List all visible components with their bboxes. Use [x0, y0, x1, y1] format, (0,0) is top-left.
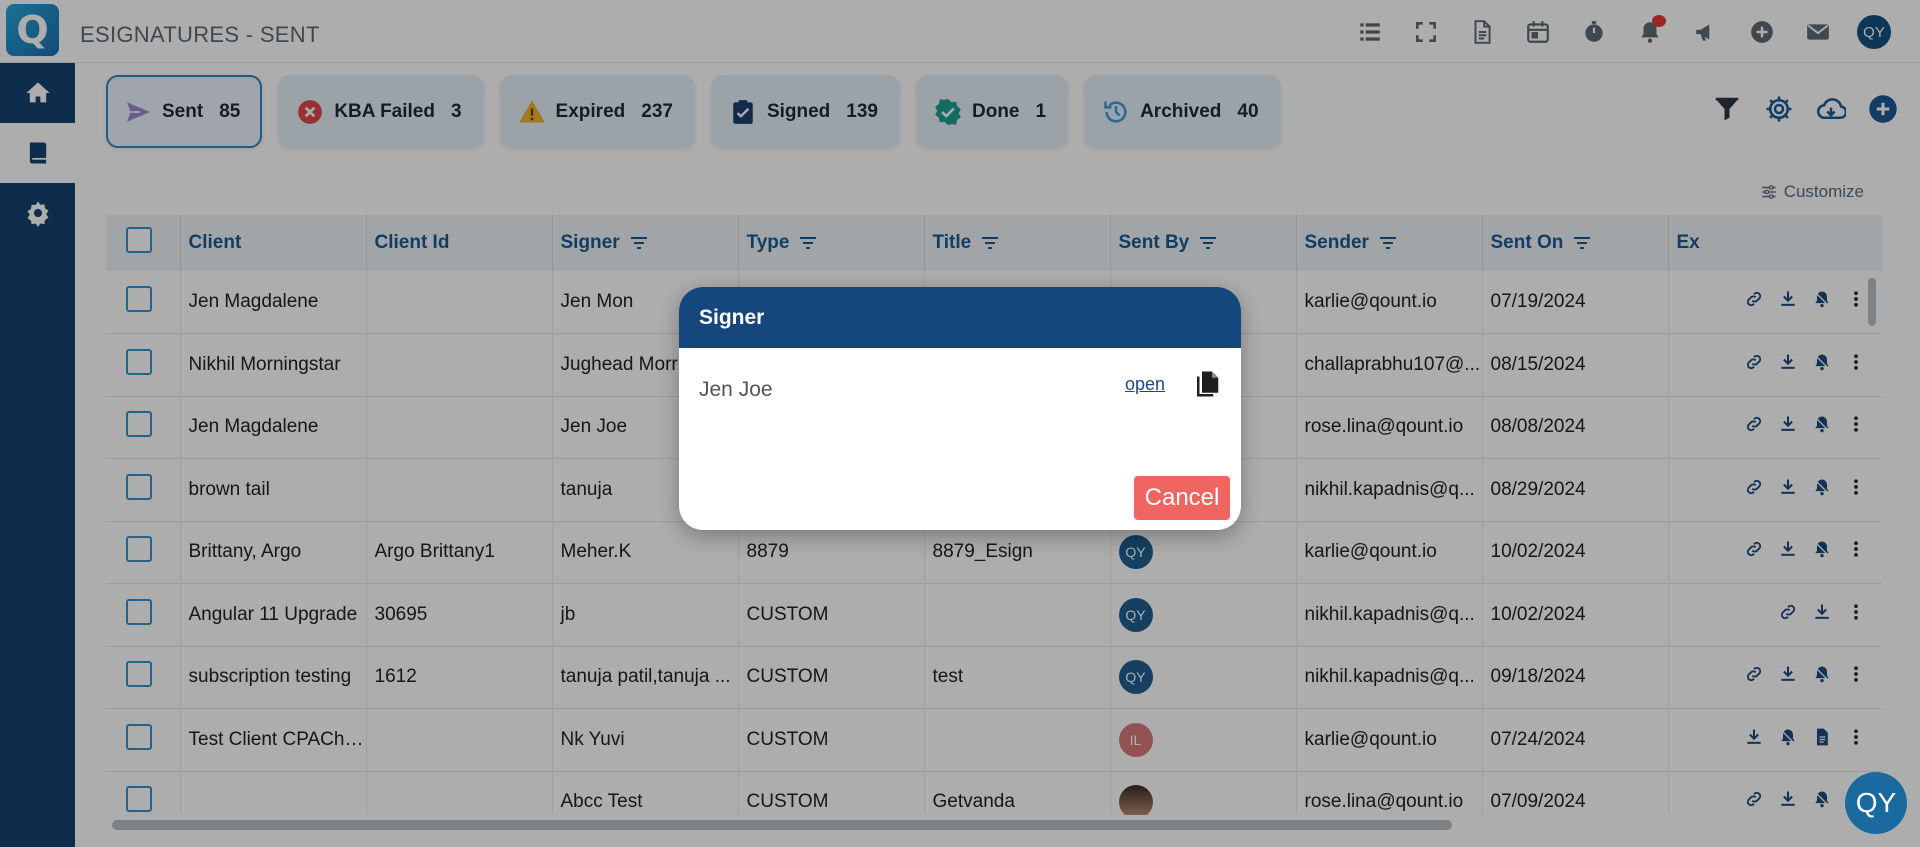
signer-dialog: Signer Jen Joe open Cancel [679, 287, 1241, 530]
signer-name: Jen Joe [699, 378, 773, 401]
dialog-body: Jen Joe open Cancel [679, 348, 1241, 530]
chat-button[interactable]: QY [1845, 772, 1907, 834]
cancel-button[interactable]: Cancel [1134, 476, 1230, 520]
dialog-title: Signer [679, 287, 1241, 348]
open-link[interactable]: open [1125, 374, 1165, 395]
copy-icon[interactable] [1192, 368, 1222, 400]
